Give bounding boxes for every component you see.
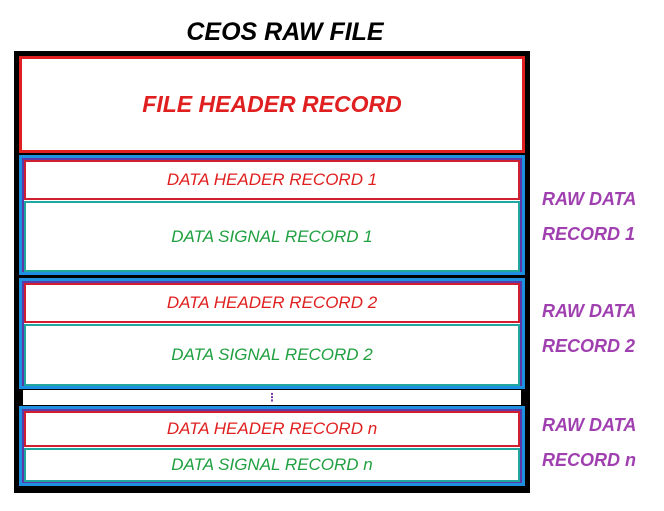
data-signal-record-n: DATA SIGNAL RECORD n bbox=[24, 448, 520, 482]
side-label-line: RECORD 1 bbox=[542, 224, 636, 244]
data-header-record-n: DATA HEADER RECORD n bbox=[24, 411, 520, 447]
side-label-raw-data-record-n: RAW DATA RECORD n bbox=[542, 408, 660, 478]
file-header-record: FILE HEADER RECORD bbox=[19, 56, 525, 153]
side-label-raw-data-record-2: RAW DATA RECORD 2 bbox=[542, 294, 660, 364]
data-header-record-2: DATA HEADER RECORD 2 bbox=[24, 283, 520, 323]
side-label-line: RECORD 2 bbox=[542, 336, 636, 356]
side-label-line: RAW DATA bbox=[542, 301, 637, 321]
data-signal-record-1: DATA SIGNAL RECORD 1 bbox=[24, 201, 520, 272]
side-label-line: RAW DATA bbox=[542, 415, 637, 435]
side-label-raw-data-record-1: RAW DATA RECORD 1 bbox=[542, 182, 660, 252]
side-label-line: RECORD n bbox=[542, 450, 636, 470]
data-signal-record-2: DATA SIGNAL RECORD 2 bbox=[24, 324, 520, 386]
side-label-line: RAW DATA bbox=[542, 189, 637, 209]
ellipsis-separator: ⋮ bbox=[23, 390, 521, 405]
data-header-record-1: DATA HEADER RECORD 1 bbox=[24, 160, 520, 200]
diagram-title: CEOS RAW FILE bbox=[186, 17, 384, 46]
